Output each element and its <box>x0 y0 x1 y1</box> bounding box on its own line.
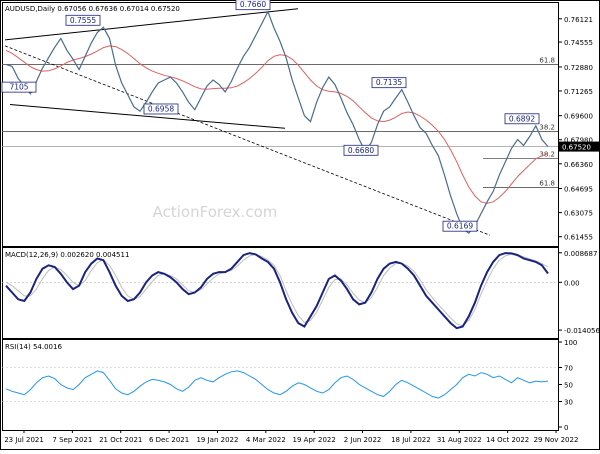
rsi-ytick-2: 50 <box>564 382 573 390</box>
annotation-label-0: 0.7660 <box>240 0 266 9</box>
rsi-ytick-1: 70 <box>564 365 573 373</box>
rsi-ytick-4: 0 <box>564 424 568 432</box>
annotation-label-2: 7105 <box>9 83 28 92</box>
xtick-label-5: 4 Mar 2022 <box>246 436 286 444</box>
rsi-ytick-3: 30 <box>564 399 573 407</box>
panel-frame-3 <box>2 339 559 431</box>
macd-ytick-1: 0.00 <box>564 279 580 287</box>
price-ytick-6: 0.66360 <box>564 161 593 169</box>
annotation-label-4: 0.7135 <box>376 78 402 87</box>
current-price-label: 0.67520 <box>562 144 591 152</box>
fib-label-3: 61.8 <box>539 179 555 187</box>
annotation-label-6: 0.6680 <box>348 146 374 155</box>
rsi-label: RSI(14) 54.0016 <box>5 343 62 351</box>
macd-ytick-2: -0.014056 <box>564 327 600 335</box>
price-ytick-3: 0.71265 <box>564 88 593 96</box>
price-ytick-8: 0.63075 <box>564 210 593 218</box>
fib-label-1: 38.2 <box>539 123 555 131</box>
annotation-label-7: 0.6169 <box>447 222 473 231</box>
macd-label: MACD(12,26,9) 0.002620 0.004511 <box>5 251 129 259</box>
annotation-label-5: 0.6892 <box>509 114 535 123</box>
xtick-label-0: 23 Jul 2021 <box>4 436 44 444</box>
fib-label-0: 61.8 <box>539 56 555 64</box>
macd-ytick-0: 0.008687 <box>564 250 597 258</box>
xtick-label-8: 18 Jul 2022 <box>391 436 431 444</box>
fib-label-2: 38.2 <box>539 150 555 158</box>
annotation-label-1: 0.7555 <box>70 16 96 25</box>
audusd-chart: ActionForex.com 61.8 38.2 38.2 61.8 0.7660 0.7… <box>0 0 600 450</box>
xtick-label-7: 2 Jun 2022 <box>344 436 382 444</box>
price-ytick-2: 0.72880 <box>564 64 593 72</box>
price-ytick-7: 0.64695 <box>564 186 593 194</box>
price-ytick-1: 0.74555 <box>564 39 593 47</box>
price-ytick-9: 0.61455 <box>564 234 593 242</box>
xtick-label-9: 31 Aug 2022 <box>437 436 482 444</box>
watermark-text: ActionForex.com <box>153 203 278 221</box>
panel-frame-2 <box>2 247 559 339</box>
xtick-label-1: 7 Sep 2021 <box>52 436 92 444</box>
chart-container: ActionForex.com 61.8 38.2 38.2 61.8 0.7660 0.7… <box>0 0 600 450</box>
xtick-label-4: 19 Jan 2022 <box>196 436 238 444</box>
price-ytick-4: 0.69600 <box>564 113 593 121</box>
xtick-label-11: 29 Nov 2022 <box>534 436 579 444</box>
panel-frame-1 <box>2 2 559 247</box>
rsi-ytick-0: 100 <box>564 339 577 347</box>
annotation-label-3: 0.6958 <box>148 104 174 113</box>
price-header: AUDUSD,Daily 0.67056 0.67636 0.67014 0.6… <box>5 5 180 13</box>
xtick-label-10: 14 Oct 2022 <box>486 436 529 444</box>
xtick-label-3: 6 Dec 2021 <box>149 436 189 444</box>
xtick-label-6: 19 Apr 2022 <box>293 436 336 444</box>
price-ytick-0: 0.76121 <box>564 16 593 24</box>
xtick-label-2: 21 Oct 2021 <box>99 436 142 444</box>
